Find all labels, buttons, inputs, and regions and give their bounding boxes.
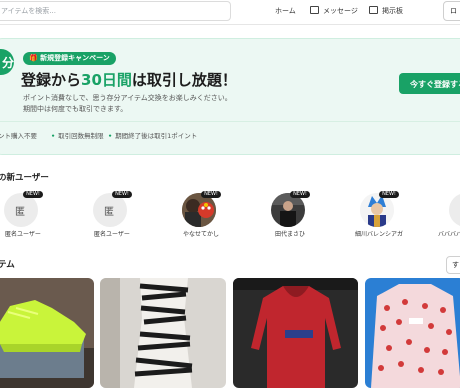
avatar	[271, 193, 305, 227]
item-photo-red-hoodie	[233, 278, 358, 388]
avatar-initial: 匿	[104, 207, 114, 218]
top-bar: アイテムを検索... ホーム メッセージ 掲示板 ロ	[0, 0, 460, 25]
item-card[interactable]	[365, 278, 460, 388]
avatar: 匿	[93, 193, 127, 227]
avatar	[182, 193, 216, 227]
check-icon: •	[108, 132, 113, 140]
campaign-desc-line1: ポイント消費なしで、思う存分アイテム交換をお楽しみください。	[23, 94, 232, 102]
items-title: テム	[0, 260, 15, 270]
sort-button[interactable]: す	[446, 256, 460, 274]
new-badge: NEW!	[290, 191, 310, 198]
login-button[interactable]: ロ	[443, 1, 460, 21]
nav-home-label: ホーム	[275, 7, 296, 15]
campaign-badge: 🎁 新規登録キャンペーン	[23, 52, 116, 65]
item-card[interactable]	[0, 278, 94, 388]
sort-button-label: す	[452, 261, 459, 269]
headline-pre: 登録から	[21, 71, 82, 89]
feature-text: ント購入不要	[0, 132, 37, 140]
item-photo-sneaker	[0, 278, 94, 388]
avatar-initial: 匿	[15, 207, 25, 218]
nav-home[interactable]: ホーム	[275, 6, 296, 16]
avatar	[360, 193, 394, 227]
user-name: バババババ	[438, 231, 460, 238]
avatar-photo	[271, 193, 305, 227]
register-button[interactable]: 今すぐ登録する	[399, 73, 460, 94]
item-card[interactable]	[100, 278, 226, 388]
headline-post: は取引し放題！	[131, 71, 237, 89]
feature-text: 取引回数無制限	[58, 132, 104, 140]
user-name: 細川バレンシアガ	[355, 231, 404, 238]
item-card[interactable]	[233, 278, 358, 388]
user-name: 匿名ユーザー	[5, 231, 41, 238]
feature-text: 期間終了後は取引1ポイント	[115, 132, 198, 140]
search-placeholder: アイテムを検索...	[1, 7, 56, 15]
new-badge: NEW!	[379, 191, 399, 198]
nav-messages[interactable]: メッセージ	[310, 6, 358, 16]
register-button-label: 今すぐ登録する	[410, 80, 460, 89]
avatar: 匿	[4, 193, 38, 227]
user-name: 匿名ユーザー	[94, 231, 130, 238]
user-name: やなせてかし	[183, 231, 220, 238]
check-icon: •	[51, 132, 56, 140]
divider	[0, 121, 460, 122]
avatar-photo	[360, 193, 394, 227]
feature-item: • 期間終了後は取引1ポイント	[108, 130, 197, 140]
item-photo-floral-sweater	[365, 278, 460, 388]
new-badge: NEW!	[201, 191, 221, 198]
user-name: 田代まさひ	[275, 231, 306, 238]
circle-char: 分	[2, 56, 15, 70]
item-photo-zebra-dress	[100, 278, 226, 388]
search-input[interactable]: アイテムを検索...	[0, 1, 231, 21]
campaign-headline: 登録から30日間は取引し放題！	[21, 69, 237, 90]
new-badge: NEW!	[112, 191, 132, 198]
campaign-desc-line2: 期間中は何度でも取引できます。	[23, 105, 128, 113]
new-badge: NEW!	[23, 191, 43, 198]
chat-icon	[310, 6, 319, 14]
new-users-title: の新ユーザー	[0, 173, 49, 183]
avatar-photo	[182, 193, 216, 227]
avatar	[449, 193, 460, 227]
nav-messages-label: メッセージ	[323, 7, 358, 15]
feature-item: ント購入不要	[0, 130, 37, 140]
login-button-label: ロ	[450, 7, 457, 15]
board-icon	[369, 6, 378, 14]
nav-board[interactable]: 掲示板	[369, 6, 403, 16]
feature-item: • 取引回数無制限	[51, 130, 104, 140]
nav-board-label: 掲示板	[382, 7, 403, 15]
headline-highlight: 30日間	[81, 71, 132, 89]
